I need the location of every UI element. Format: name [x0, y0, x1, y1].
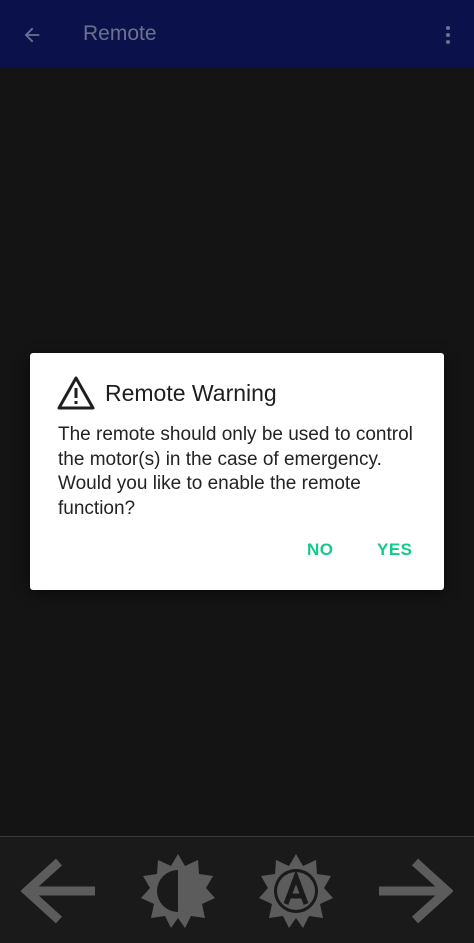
page-title: Remote: [83, 22, 157, 45]
more-options-button[interactable]: [432, 17, 464, 53]
dialog-title: Remote Warning: [105, 380, 277, 406]
dialog-message: The remote should only be used to contro…: [58, 424, 413, 519]
brightness-button[interactable]: [138, 851, 218, 931]
remote-screen: Remote Remote Warning The remote should …: [0, 0, 474, 943]
brightness-icon: [141, 854, 215, 928]
arrow-left-icon: [21, 858, 95, 924]
move-left-button[interactable]: [20, 851, 100, 931]
back-button[interactable]: [14, 17, 50, 53]
no-button[interactable]: NO: [307, 538, 334, 562]
dialog-header: Remote Warning: [56, 375, 277, 411]
auto-brightness-button[interactable]: [256, 851, 336, 931]
arrow-right-icon: [379, 858, 453, 924]
remote-warning-dialog: Remote Warning The remote should only be…: [30, 353, 444, 590]
more-vert-icon: [446, 26, 450, 44]
warning-icon: [57, 376, 95, 410]
move-right-button[interactable]: [374, 851, 454, 931]
yes-button[interactable]: YES: [377, 538, 413, 562]
app-bar: Remote: [0, 0, 474, 67]
arrow-left-icon: [24, 27, 40, 43]
bottom-control-bar: [0, 836, 474, 943]
auto-brightness-icon: [259, 854, 333, 928]
